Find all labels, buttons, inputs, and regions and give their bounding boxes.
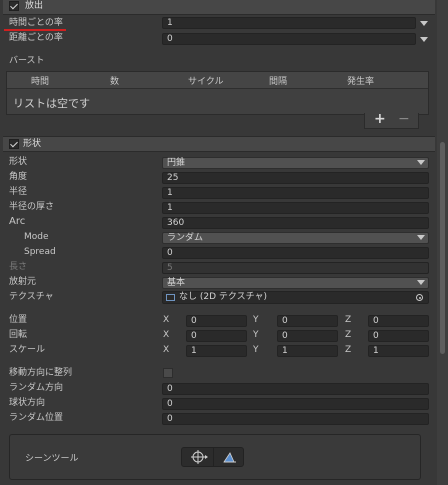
emit-from-value: 基本	[167, 278, 186, 288]
shape-enable-checkbox[interactable]	[9, 139, 19, 149]
randomize-direction-input[interactable]: 0	[162, 383, 429, 395]
position-y-label: Y	[253, 315, 259, 325]
scale-y-label: Y	[253, 345, 259, 355]
arc-spread-input[interactable]: 0	[162, 247, 429, 259]
rotation-z-label: Z	[345, 330, 352, 340]
radius-input[interactable]: 1	[162, 187, 429, 199]
scrollbar-track[interactable]	[437, 0, 448, 485]
shape-type-label: 形状	[9, 157, 28, 167]
arc-mode-value: ランダム	[167, 233, 204, 243]
scene-tools-buttons	[181, 447, 244, 467]
arc-label: Arc	[9, 216, 26, 227]
randomize-direction-label: ランダム方向	[9, 383, 64, 393]
rate-over-distance-input[interactable]: 0	[162, 33, 416, 45]
texture-icon	[166, 294, 175, 301]
transform-gizmo-icon	[191, 450, 208, 464]
scene-tools-box: シーンツール	[9, 434, 421, 480]
length-input: 5	[162, 262, 429, 274]
burst-list-header: 時間 数 サイクル 間隔 発生率	[7, 72, 428, 89]
rate-over-time-label: 時間ごとの率	[9, 18, 63, 28]
randomize-position-label: ランダム位置	[9, 413, 64, 423]
position-label: 位置	[9, 315, 28, 325]
texture-label: テクスチャ	[9, 292, 54, 302]
shape-type-value: 円錐	[167, 158, 186, 168]
scale-x-label: X	[163, 345, 170, 355]
spherize-direction-label: 球状方向	[9, 398, 46, 408]
emission-title: 放出	[25, 1, 44, 11]
rotation-y-input[interactable]: 0	[277, 330, 338, 342]
scale-z-label: Z	[345, 345, 352, 355]
rate-over-time-curve-dropdown-icon[interactable]	[420, 21, 428, 26]
object-picker-icon[interactable]	[416, 294, 423, 301]
scale-y-input[interactable]: 1	[277, 345, 338, 357]
emit-from-label: 放射元	[9, 277, 37, 287]
rate-over-time-input[interactable]: 1	[162, 17, 416, 29]
arc-spread-label: Spread	[24, 247, 56, 257]
position-y-input[interactable]: 0	[277, 315, 338, 327]
emission-enable-checkbox[interactable]	[9, 1, 19, 11]
arc-mode-dropdown[interactable]: ランダム	[162, 232, 429, 244]
position-x-label: X	[163, 315, 170, 325]
transform-gizmo-button[interactable]	[184, 449, 212, 465]
dropdown-arrow-icon	[417, 235, 425, 240]
radius-thickness-input[interactable]: 1	[162, 202, 429, 214]
scale-z-input[interactable]: 1	[368, 345, 429, 357]
shape-section-header[interactable]: 形状	[3, 136, 435, 152]
radius-label: 半径	[9, 187, 28, 197]
randomize-position-input[interactable]: 0	[162, 413, 429, 425]
position-z-label: Z	[345, 315, 352, 325]
burst-empty-text: リストは空です	[13, 97, 90, 110]
arc-mode-label: Mode	[24, 232, 49, 242]
edit-shape-button[interactable]	[215, 449, 243, 465]
texture-object-field[interactable]: なし (2D テクスチャ)	[162, 291, 429, 304]
align-to-direction-checkbox[interactable]	[163, 368, 173, 378]
add-burst-button[interactable]: +	[374, 111, 386, 127]
shape-title: 形状	[23, 139, 42, 149]
burst-col-interval[interactable]: 間隔	[269, 74, 287, 87]
dropdown-arrow-icon	[417, 280, 425, 285]
rotation-x-input[interactable]: 0	[186, 330, 247, 342]
scale-x-input[interactable]: 1	[186, 345, 247, 357]
burst-col-cycles[interactable]: サイクル	[188, 74, 224, 87]
rotation-label: 回転	[9, 330, 28, 340]
rotation-z-input[interactable]: 0	[368, 330, 429, 342]
shape-type-dropdown[interactable]: 円錐	[162, 157, 429, 169]
burst-col-time[interactable]: 時間	[31, 74, 49, 87]
rotation-x-label: X	[163, 330, 170, 340]
rotation-y-label: Y	[253, 330, 259, 340]
burst-list: 時間 数 サイクル 間隔 発生率 リストは空です	[6, 71, 429, 115]
burst-label: バースト	[9, 56, 45, 66]
red-underline-marker	[4, 29, 66, 31]
spherize-direction-input[interactable]: 0	[162, 398, 429, 410]
scene-tools-label: シーンツール	[25, 454, 79, 464]
rate-over-distance-curve-dropdown-icon[interactable]	[420, 37, 428, 42]
edit-shape-icon	[223, 452, 236, 463]
position-z-input[interactable]: 0	[368, 315, 429, 327]
burst-col-count[interactable]: 数	[110, 74, 119, 87]
angle-input[interactable]: 25	[162, 172, 429, 184]
texture-value: なし (2D テクスチャ)	[179, 292, 268, 302]
length-label: 長さ	[9, 262, 28, 272]
rate-over-distance-label: 距離ごとの率	[9, 33, 63, 43]
burst-col-probability[interactable]: 発生率	[347, 74, 374, 87]
position-x-input[interactable]: 0	[186, 315, 247, 327]
scale-label: スケール	[9, 345, 46, 355]
arc-input[interactable]: 360	[162, 217, 429, 229]
emit-from-dropdown[interactable]: 基本	[162, 277, 429, 289]
radius-thickness-label: 半径の厚さ	[9, 202, 55, 212]
scrollbar-thumb[interactable]	[440, 142, 445, 354]
emission-section-header[interactable]: 放出	[3, 0, 435, 15]
burst-list-footer: + −	[364, 111, 419, 129]
remove-burst-button[interactable]: −	[398, 111, 410, 127]
dropdown-arrow-icon	[417, 160, 425, 165]
angle-label: 角度	[9, 172, 28, 182]
align-to-direction-label: 移動方向に整列	[9, 368, 73, 378]
